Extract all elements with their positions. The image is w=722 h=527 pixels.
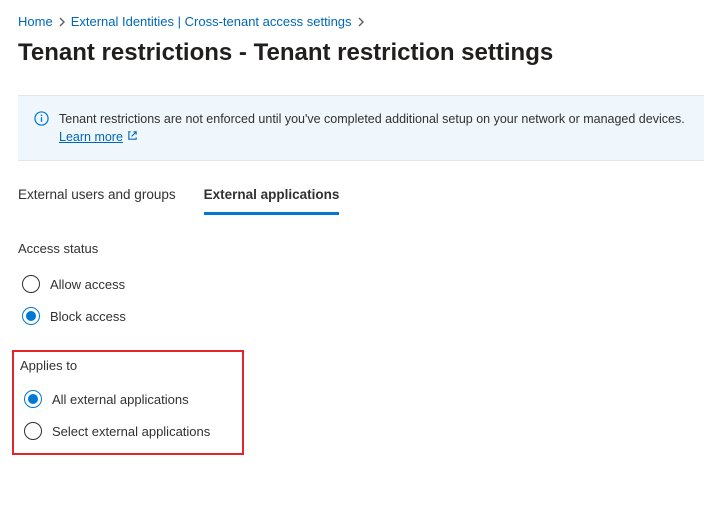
radio-label: All external applications bbox=[52, 392, 189, 407]
external-link-icon bbox=[127, 128, 138, 146]
radio-icon bbox=[24, 422, 42, 440]
radio-icon bbox=[24, 390, 42, 408]
breadcrumb-home[interactable]: Home bbox=[18, 14, 53, 29]
info-text: Tenant restrictions are not enforced unt… bbox=[59, 112, 685, 126]
tab-external-users[interactable]: External users and groups bbox=[18, 179, 176, 215]
radio-allow-access[interactable]: Allow access bbox=[18, 268, 704, 300]
tab-external-applications[interactable]: External applications bbox=[204, 179, 340, 215]
radio-icon bbox=[22, 307, 40, 325]
page-title: Tenant restrictions - Tenant restriction… bbox=[0, 29, 722, 95]
radio-block-access[interactable]: Block access bbox=[18, 300, 704, 332]
breadcrumb-external-identities[interactable]: External Identities | Cross-tenant acces… bbox=[71, 14, 352, 29]
tabs: External users and groups External appli… bbox=[0, 179, 722, 215]
learn-more-link[interactable]: Learn more bbox=[59, 128, 138, 146]
radio-icon bbox=[22, 275, 40, 293]
radio-select-applications[interactable]: Select external applications bbox=[20, 415, 236, 447]
radio-label: Allow access bbox=[50, 277, 125, 292]
breadcrumb: Home External Identities | Cross-tenant … bbox=[0, 0, 722, 29]
info-banner: Tenant restrictions are not enforced unt… bbox=[18, 95, 704, 161]
applies-to-highlight: Applies to All external applications Sel… bbox=[12, 350, 244, 455]
radio-label: Select external applications bbox=[52, 424, 210, 439]
access-status-label: Access status bbox=[0, 215, 722, 268]
chevron-right-icon bbox=[358, 17, 364, 27]
applies-to-group: All external applications Select externa… bbox=[14, 383, 242, 447]
radio-all-applications[interactable]: All external applications bbox=[20, 383, 236, 415]
radio-label: Block access bbox=[50, 309, 126, 324]
info-icon bbox=[34, 111, 49, 129]
chevron-right-icon bbox=[59, 17, 65, 27]
access-status-group: Allow access Block access bbox=[0, 268, 722, 332]
applies-to-label: Applies to bbox=[14, 352, 242, 383]
